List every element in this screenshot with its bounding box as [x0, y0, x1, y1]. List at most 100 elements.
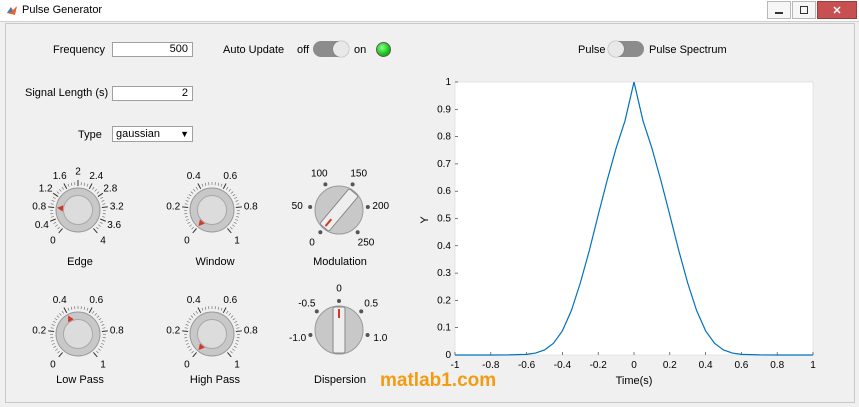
pulse-spectrum-switch[interactable]	[608, 41, 644, 57]
knob-minor-tick	[184, 203, 188, 205]
knob-minor-tick	[94, 312, 97, 316]
knob-tick-label: 150	[350, 168, 367, 179]
knob-major-tick	[235, 330, 242, 332]
knob-name-label: Window	[195, 256, 235, 268]
knob-minor-tick	[53, 221, 57, 224]
knob-minor-tick	[228, 188, 231, 192]
switch-knob	[608, 41, 624, 57]
auto-update-on-label: on	[354, 44, 367, 56]
knob-name-label: Edge	[67, 256, 93, 268]
y-tick-label: 1	[445, 77, 451, 88]
knob-tick-label: 0	[50, 359, 56, 370]
auto-update-switch[interactable]	[313, 41, 349, 57]
knob-cap	[196, 194, 228, 226]
knob-minor-tick	[185, 324, 189, 326]
knob-minor-tick	[55, 348, 58, 351]
knob-minor-tick	[233, 221, 237, 224]
knob-tick-label: 0.8	[110, 325, 124, 336]
knob-major-tick	[101, 330, 108, 332]
knob-tick-label: 4	[100, 235, 106, 246]
type-dropdown[interactable]: gaussian ▼	[112, 126, 193, 142]
knob-minor-tick	[99, 221, 103, 224]
low-pass-knob[interactable]: 0 0.2 0.4 0.6 0.8 1 Low Pass	[20, 284, 140, 396]
knob-minor-tick	[185, 343, 189, 345]
knob-minor-tick	[185, 219, 189, 221]
x-tick-label: -0.2	[590, 360, 608, 371]
close-button[interactable]	[817, 1, 857, 19]
knob-tick-label: 100	[311, 168, 328, 179]
knob-tick-label: 2	[75, 167, 81, 178]
knob-minor-tick	[51, 200, 55, 202]
knob-tick-label: 3.2	[110, 201, 124, 212]
knob-minor-tick	[92, 310, 95, 314]
edge-knob[interactable]: 0 0.4 0.8 1.2 1.6 2 2.4 2.8 3.2 3.6 4 Edge	[20, 160, 140, 272]
minimize-button[interactable]	[767, 1, 791, 19]
knob-minor-tick	[236, 327, 240, 329]
knob-major-tick	[101, 206, 108, 208]
knob-tick-label: 250	[358, 238, 375, 249]
knob-minor-tick	[193, 312, 196, 316]
knob-minor-tick	[186, 197, 190, 199]
knob-cap	[62, 194, 94, 226]
knob-major-tick	[192, 228, 197, 234]
frequency-field[interactable]: 500	[112, 42, 193, 57]
knob-major-tick	[93, 352, 98, 358]
y-tick-label: 0.8	[437, 132, 451, 143]
knob-tick-label: 0.8	[244, 201, 258, 212]
knob-minor-tick	[226, 186, 229, 190]
knob-tick-label: 0.4	[187, 295, 201, 306]
status-lamp	[376, 42, 391, 57]
modulation-knob[interactable]: 0 50 100 150 200 250 Modulation	[280, 160, 400, 272]
x-tick-label: 0.6	[734, 360, 748, 371]
knob-minor-tick	[96, 191, 100, 194]
knob-major-tick	[52, 192, 59, 197]
knob-minor-tick	[236, 216, 240, 218]
knob-minor-tick	[57, 226, 60, 230]
knob-name-label: Low Pass	[56, 374, 104, 386]
knob-minor-tick	[102, 340, 106, 342]
knob-major-tick	[197, 183, 202, 190]
maximize-icon	[800, 6, 808, 14]
knob-major-tick	[235, 206, 242, 208]
knob-minor-tick	[100, 321, 104, 323]
knob-minor-tick	[86, 183, 89, 187]
knob-tick-label: 200	[372, 201, 389, 212]
knob-minor-tick	[191, 350, 194, 354]
knob-minor-tick	[96, 226, 99, 230]
knob-tick-label: 50	[292, 201, 304, 212]
y-tick-label: 0	[445, 350, 451, 361]
knob-tick-label: 0.2	[166, 325, 180, 336]
knob-tick-label: 0	[184, 235, 190, 246]
signal-length-field[interactable]: 2	[112, 86, 193, 101]
pulse-spectrum-label: Pulse Spectrum	[649, 44, 727, 56]
knob-tick-label: 0.5	[364, 299, 378, 310]
knob-minor-tick	[220, 307, 223, 311]
knob-tick-dot	[365, 333, 370, 338]
knob-minor-tick	[50, 327, 54, 329]
knob-tick-label: 2.4	[89, 171, 103, 182]
knob-major-tick	[222, 183, 227, 190]
knob-minor-tick	[53, 345, 57, 348]
knob-minor-tick	[102, 216, 106, 218]
maximize-button[interactable]	[792, 1, 816, 19]
knob-minor-tick	[67, 307, 70, 311]
knob-minor-tick	[98, 318, 102, 321]
matlab-logo-icon	[7, 6, 17, 15]
knob-minor-tick	[195, 186, 198, 190]
minimize-icon	[775, 12, 783, 14]
type-label: Type	[78, 129, 102, 141]
knob-minor-tick	[184, 340, 188, 342]
y-axis-label: Y	[419, 216, 431, 224]
high-pass-knob[interactable]: 0 0.2 0.4 0.6 0.8 1 High Pass	[155, 284, 275, 396]
knob-minor-tick	[52, 197, 56, 199]
knob-minor-tick	[232, 224, 235, 227]
knob-minor-tick	[102, 203, 106, 205]
knob-tick-dot	[314, 309, 319, 314]
y-tick-label: 0.2	[437, 295, 451, 306]
knob-tick-label: 0	[336, 284, 342, 295]
knob-major-tick	[182, 330, 189, 332]
knob-tick-dot	[365, 204, 370, 209]
knob-major-tick	[88, 307, 93, 314]
knob-tick-label: 1	[100, 359, 106, 370]
window-knob[interactable]: 0 0.2 0.4 0.6 0.8 1 Window	[155, 160, 275, 272]
